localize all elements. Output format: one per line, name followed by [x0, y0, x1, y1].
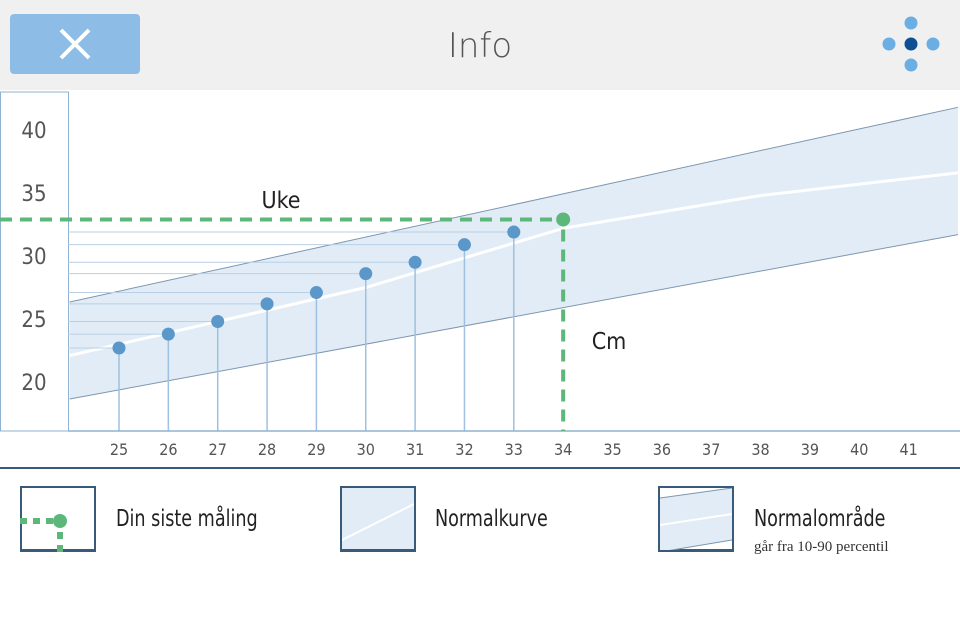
week-label: Uke — [261, 188, 300, 214]
x-tick-label: 31 — [406, 440, 424, 459]
x-tick-label: 26 — [159, 440, 177, 459]
x-tick-label: 29 — [307, 440, 325, 459]
measurement-point — [359, 267, 373, 281]
legend-latest-swatch — [20, 486, 96, 552]
measurement-point — [161, 327, 175, 341]
legend-curve-label: Normalkurve — [435, 506, 548, 532]
x-tick-label: 32 — [455, 440, 473, 459]
x-tick-label: 25 — [110, 440, 128, 459]
x-tick-label: 38 — [751, 440, 769, 459]
x-tick-label: 36 — [653, 440, 671, 459]
y-tick-label: 40 — [21, 119, 46, 144]
x-tick-label: 34 — [554, 440, 572, 459]
y-tick-label: 35 — [21, 182, 46, 207]
x-tick-label: 35 — [603, 440, 621, 459]
x-tick-label: 27 — [209, 440, 227, 459]
legend-curve-swatch — [340, 486, 416, 552]
measurement-point — [457, 238, 471, 252]
measurement-point — [112, 341, 126, 355]
measurement-point — [211, 315, 225, 329]
legend-range-sublabel: går fra 10-90 percentil — [754, 539, 889, 555]
dots-menu-icon[interactable] — [880, 14, 942, 76]
x-tick-label: 40 — [850, 440, 868, 459]
page-title: Info — [447, 26, 513, 66]
latest-measurement-point — [556, 212, 571, 227]
measurement-point — [309, 286, 323, 300]
y-tick-label: 20 — [21, 371, 46, 396]
cm-label: Cm — [592, 329, 627, 355]
y-tick-label: 30 — [21, 245, 46, 270]
growth-chart: 25 26 27 28 29 30 31 32 33 34 35 36 37 38 39 40 41 20 25 30… — [0, 91, 960, 469]
legend-range-swatch — [658, 486, 734, 552]
x-tick-label: 41 — [899, 440, 917, 459]
x-tick-label: 39 — [801, 440, 819, 459]
legend-range-label: Normalområde — [754, 506, 886, 532]
measurement-point — [408, 255, 422, 269]
x-tick-label: 33 — [505, 440, 523, 459]
x-tick-label: 30 — [357, 440, 375, 459]
measurement-point — [507, 225, 521, 239]
y-tick-label: 25 — [21, 308, 46, 333]
x-tick-label: 37 — [702, 440, 720, 459]
x-tick-label: 28 — [258, 440, 276, 459]
header: Info — [0, 0, 960, 90]
measurement-point — [260, 297, 274, 311]
legend-latest-label: Din siste måling — [116, 506, 258, 532]
